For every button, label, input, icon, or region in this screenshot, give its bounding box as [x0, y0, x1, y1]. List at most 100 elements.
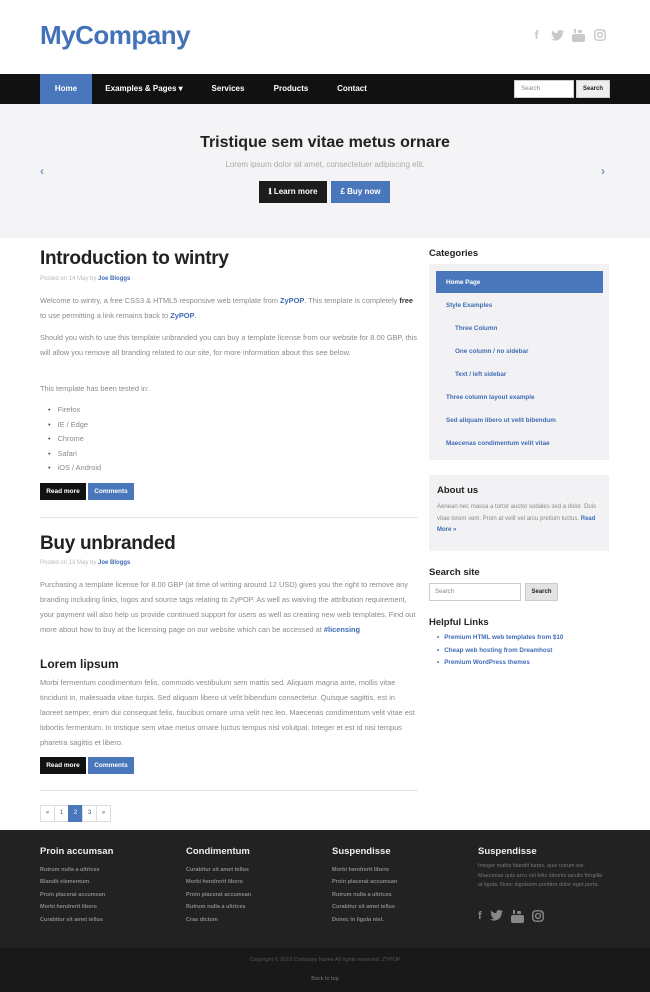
footer-link[interactable]: Rutrum nulla a ultrices: [186, 901, 251, 913]
footer-link[interactable]: Donec in ligula nisl.: [332, 914, 397, 926]
footer-link[interactable]: Curabitur sit amet tellus: [40, 914, 105, 926]
footer-link[interactable]: Proin placerat accumsan: [40, 889, 105, 901]
copyright-text: Copyright © 2019 Company Name All rights…: [249, 957, 401, 963]
youtube-icon[interactable]: [510, 910, 524, 926]
youtube-icon[interactable]: [572, 28, 585, 42]
divider: [40, 790, 418, 791]
footer-link[interactable]: Rutrum nulla a ultrices: [40, 864, 105, 876]
nav-home[interactable]: Home: [40, 74, 92, 104]
list-item: Safari: [40, 447, 101, 462]
category-sed-aliquam[interactable]: Sed aliquam libero ut velit bibendum: [446, 417, 556, 424]
about-heading: About us: [437, 485, 479, 496]
helpful-link[interactable]: Premium WordPress themes: [429, 657, 563, 670]
footer-col-list: Morbi hendrerit libero Proin placerat ac…: [332, 864, 397, 926]
sidebar-search-input[interactable]: Search: [429, 583, 521, 601]
category-maecenas[interactable]: Maecenas condimentum velit vitae: [446, 440, 550, 447]
hero-subtitle: Lorem ipsum dolor sit amet, consectetuer…: [225, 160, 425, 169]
footer-link[interactable]: Blandit elementum: [40, 876, 105, 888]
footer-col-heading: Condimentum: [186, 846, 250, 857]
nav-search-input[interactable]: Search: [514, 80, 574, 98]
post-author-link[interactable]: Joe Bloggs: [98, 560, 130, 566]
helpful-links-heading: Helpful Links: [429, 617, 489, 628]
category-text-left-sidebar[interactable]: Text / left sidebar: [455, 371, 506, 378]
helpful-link[interactable]: Premium HTML web templates from $10: [429, 632, 563, 645]
footer-link[interactable]: Curabitur sit amet tellus: [332, 901, 397, 913]
footer-link[interactable]: Proin placerat accumsan: [332, 876, 397, 888]
category-three-column-layout[interactable]: Three column layout example: [446, 394, 535, 401]
footer-about-text: Integer mattis blandit turpis, quis rutr…: [478, 863, 603, 888]
post-paragraph: This template has been tested in:: [40, 384, 149, 393]
text-span: to use permitting a link remains back to: [40, 311, 171, 320]
post-title[interactable]: Introduction to wintry: [40, 248, 229, 270]
page-2[interactable]: 2: [68, 805, 83, 822]
footer-col-heading: Suspendisse: [332, 846, 391, 857]
browser-list: Firefox IE / Edge Chrome Safari iOS / An…: [40, 403, 102, 476]
free-emphasis: free: [399, 296, 413, 305]
read-more-button[interactable]: Read more: [40, 483, 86, 500]
footer-link[interactable]: Proin placerat accumsan: [186, 889, 251, 901]
post-meta-date: Posted on 13 May by: [40, 560, 97, 566]
facebook-icon[interactable]: f: [478, 910, 482, 926]
post-intro-paragraph: Welcome to wintry, a free CSS3 & HTML5 r…: [40, 293, 418, 323]
pagination: « 1 2 3 »: [40, 805, 111, 822]
page-1[interactable]: 1: [54, 805, 69, 822]
text-span: Welcome to wintry, a free CSS3 & HTML5 r…: [40, 296, 281, 305]
categories-box: [429, 264, 609, 460]
facebook-icon[interactable]: f: [530, 28, 543, 42]
nav-products[interactable]: Products: [262, 74, 320, 104]
sidebar-search-button[interactable]: Search: [525, 583, 558, 601]
page-prev[interactable]: «: [40, 805, 55, 822]
text-span: .: [194, 311, 197, 320]
footer-col-list: Curabitur sit amet tellus Morbi hendreri…: [186, 864, 251, 926]
footer-link[interactable]: Rutrum nulla a ultrices: [332, 889, 397, 901]
hero-title: Tristique sem vitae metus ornare: [200, 134, 450, 151]
nav-search-button[interactable]: Search: [576, 80, 610, 98]
licensing-link[interactable]: #licensing: [324, 625, 360, 634]
site-logo[interactable]: MyCompany: [40, 20, 191, 51]
text-span: Aenean nec massa a tortor auctor sodales…: [437, 504, 597, 522]
post-title[interactable]: Buy unbranded: [40, 533, 176, 555]
footer-social-icons: f: [478, 910, 544, 926]
search-site-heading: Search site: [429, 567, 480, 578]
zypop-link[interactable]: ZyPOP: [170, 311, 194, 320]
footer-link[interactable]: Morbi hendrerit libero: [332, 864, 397, 876]
list-item: Firefox: [40, 403, 101, 418]
footer-link[interactable]: Cras dictum: [186, 914, 251, 926]
divider: [40, 517, 418, 518]
buy-now-button[interactable]: £ Buy now: [331, 181, 390, 203]
page-next[interactable]: »: [96, 805, 111, 822]
twitter-icon[interactable]: [551, 28, 564, 42]
footer-bottom: [0, 948, 650, 992]
categories-heading: Categories: [429, 248, 479, 259]
comments-button[interactable]: Comments: [88, 483, 134, 500]
comments-button[interactable]: Comments: [88, 757, 134, 774]
twitter-icon[interactable]: [489, 910, 503, 926]
helpful-link[interactable]: Cheap web hosting from Dreamhost: [429, 645, 563, 658]
category-three-column[interactable]: Three Column: [455, 325, 497, 332]
nav-contact[interactable]: Contact: [324, 74, 380, 104]
page-3[interactable]: 3: [82, 805, 97, 822]
category-home-page[interactable]: Home Page: [446, 279, 480, 286]
nav-examples-pages[interactable]: Examples & Pages ▾: [98, 74, 190, 104]
back-to-top-link[interactable]: Back to top: [0, 976, 650, 982]
footer-col-heading: Suspendisse: [478, 846, 537, 857]
post-meta: Posted on 14 May by Joe Bloggs: [40, 276, 130, 282]
zypop-link[interactable]: ZyPOP: [280, 296, 304, 305]
category-style-examples[interactable]: Style Examples: [446, 302, 492, 309]
post-paragraph: Purchasing a template license for 8.00 G…: [40, 577, 418, 637]
helpful-links-list: Premium HTML web templates from $10 Chea…: [429, 632, 563, 670]
hero-carousel: [0, 104, 650, 238]
footer-link[interactable]: Curabitur sit amet tellus: [186, 864, 251, 876]
footer-link[interactable]: Morbi hendrerit libero: [186, 876, 251, 888]
learn-more-button[interactable]: ℹ Learn more: [259, 181, 327, 203]
nav-services[interactable]: Services: [198, 74, 258, 104]
post-author-link[interactable]: Joe Bloggs: [98, 276, 130, 282]
instagram-icon[interactable]: [593, 28, 606, 42]
read-more-button[interactable]: Read more: [40, 757, 86, 774]
instagram-icon[interactable]: [531, 910, 544, 926]
footer-col-list: Rutrum nulla a ultrices Blandit elementu…: [40, 864, 105, 926]
footer-link[interactable]: Morbi hendrerit libero: [40, 901, 105, 913]
list-item: Chrome: [40, 432, 101, 447]
category-one-column[interactable]: One column / no sidebar: [455, 348, 528, 355]
list-item: IE / Edge: [40, 418, 101, 433]
